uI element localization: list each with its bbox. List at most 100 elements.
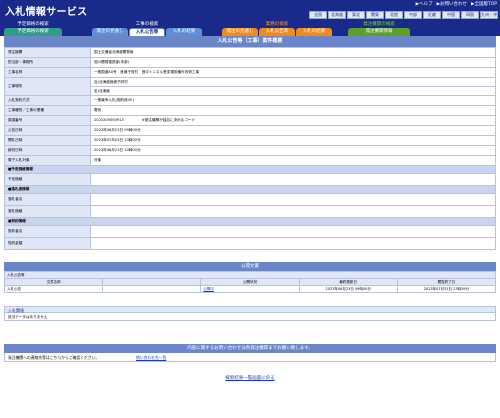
related-info-title: 入札関連 xyxy=(4,306,496,313)
detail-row: 工事場所 自)北海道音威子府村 xyxy=(4,77,496,96)
detail-label: 公告日時 xyxy=(4,125,91,136)
document-name: 入札公告 xyxy=(3,285,104,293)
procurement-hint: ※発注機関が独自に決めるコード xyxy=(141,118,196,122)
detail-value: 国土交通省北海道開発局 xyxy=(90,47,496,58)
tab-services-results[interactable]: 入札の結果 xyxy=(296,28,332,36)
detail-row: 契約者名 xyxy=(4,225,496,238)
section-contract: ■契約情報 xyxy=(4,217,496,226)
detail-label: 入札契約方式 xyxy=(4,95,91,106)
tab-estimate-search[interactable]: 予定価格の検索 xyxy=(4,28,62,36)
column-header: 最終更新日 xyxy=(298,278,398,286)
document-end-date: 2023年07月31日 23時59分 xyxy=(396,285,497,293)
document-status-cell: 公開中 xyxy=(200,285,300,293)
section-row: ■予定価格情報 xyxy=(4,165,496,174)
tab-construction-results[interactable]: 入札の結果 xyxy=(166,28,202,36)
nav-group-label: 予定価格の検索 xyxy=(17,22,49,27)
page-title: 入札公告等（工事）案件概要 xyxy=(4,36,496,47)
detail-label: 落札者名 xyxy=(4,193,91,206)
app-title: 入札情報サービス xyxy=(5,7,88,18)
nav-group-label: 工事の検索 xyxy=(135,22,159,27)
detail-row: 開札日時 2023年07月03日 13時00分 xyxy=(4,135,496,146)
detail-value xyxy=(90,237,496,250)
detail-row: 契約金額 xyxy=(4,237,496,250)
case-detail-table: 発注機関 国土交通省北海道開発局 担当部・事務所 旭川開発建設部(本部) 工事名称一… xyxy=(4,47,496,250)
detail-value xyxy=(90,225,496,238)
nav-group-estimate: 予定価格の検索 予定価格の検索 xyxy=(4,22,62,36)
back-to-results-link[interactable]: 検索結果一覧画面に戻る xyxy=(0,375,500,381)
detail-value: 2023年06月23日 09時00分 xyxy=(90,125,496,136)
public-documents-title: 公開文書 xyxy=(4,262,496,271)
region-button[interactable]: 全国 xyxy=(309,11,327,19)
detail-value: 一般競争入札(契約後VE) xyxy=(90,95,496,106)
region-button[interactable]: 北陸 xyxy=(385,11,403,19)
document-updated: 2023年06月23日 09時00分 xyxy=(298,285,398,293)
detail-value xyxy=(90,205,496,218)
nav-group-label: 発注機関の検索 xyxy=(363,22,395,27)
detail-label: 締切日時 xyxy=(4,145,91,156)
detail-row: 落札価格 xyxy=(4,205,496,218)
nav-group-services: 業務の検索 発注の見通し 入札公告等 入札の結果 xyxy=(222,22,332,36)
inquiry-section: 内容に関するお問い合わせは各発注機関までお願い致します。 発注機関への連絡先等は… xyxy=(4,344,496,362)
contact-list-link[interactable]: 問い合わせ先一覧 xyxy=(136,353,166,361)
detail-value: 2023200000913 ※発注機関が独自に決めるコード xyxy=(90,115,496,126)
detail-row: 調達番号 2023200000913 ※発注機関が独自に決めるコード xyxy=(4,115,496,126)
section-row: ■契約情報 xyxy=(4,217,496,226)
tab-services-notice[interactable]: 入札公告等 xyxy=(259,28,295,36)
tab-construction-notice[interactable]: 入札公告等 xyxy=(129,28,165,36)
detail-label: 落札価格 xyxy=(4,205,91,218)
detail-value: 一般国道40号 音威子府村 音中トンネル受変電設備外改修工事 xyxy=(90,67,496,78)
region-button[interactable]: 四国 xyxy=(461,11,479,19)
detail-label: 調達番号 xyxy=(4,115,91,126)
detail-label: 担当部・事務所 xyxy=(4,57,91,68)
detail-label: 開札日時 xyxy=(4,135,91,146)
section-row: ■落札者情報 xyxy=(4,185,496,194)
detail-value: 旭川開発建設部(本部) xyxy=(90,57,496,68)
region-button[interactable]: 近畿 xyxy=(423,11,441,19)
inquiry-label: 発注機関への連絡先等はこちらからご確認ください。 xyxy=(8,355,100,360)
section-winner: ■落札者情報 xyxy=(4,185,496,194)
detail-label: 契約金額 xyxy=(4,237,91,250)
detail-value: 2023年07月03日 13時00分 xyxy=(90,135,496,146)
detail-label: 工事場所 xyxy=(4,77,91,96)
national-top-link[interactable]: ▶全国版TOP xyxy=(471,1,497,7)
documents-table: 入札公告等 文書名称 公開状況 最終更新日 閲覧終了日 入札公告 公開中 202… xyxy=(3,271,497,293)
region-button[interactable]: 中部 xyxy=(404,11,422,19)
detail-label: 発注機関 xyxy=(4,47,91,58)
detail-row: 入札契約方式 一般競争入札(契約後VE) xyxy=(4,95,496,106)
tab-construction-outlook[interactable]: 発注の見通し xyxy=(92,28,128,36)
top-links: ▶ヘルプ ▶お問い合わせ ▶全国版TOP xyxy=(416,1,497,7)
detail-value: 自)北海道音威子府村 xyxy=(90,77,496,87)
detail-value xyxy=(90,173,496,186)
region-button[interactable]: 北海道 xyxy=(328,11,346,19)
detail-label: 工事種別／工事の業種 xyxy=(4,105,91,116)
nav-tabs: 予定価格の検索 予定価格の検索 工事の検索 発注の見通し 入札公告等 入札の結果… xyxy=(0,22,500,36)
detail-label: 工事名称 xyxy=(4,67,91,78)
related-info: 入札関連 該当データはありません xyxy=(4,306,496,321)
nav-group-construction: 工事の検索 発注の見通し 入札公告等 入札の結果 xyxy=(92,22,202,36)
related-info-body: 該当データはありません xyxy=(4,313,496,321)
detail-label: 予定価格 xyxy=(4,173,91,186)
tab-agency-info[interactable]: 発注機関情報 xyxy=(348,28,410,36)
detail-row: 落札者名 xyxy=(4,193,496,206)
tab-services-outlook[interactable]: 発注の見通し xyxy=(222,28,258,36)
case-summary: 入札公告等（工事）案件概要 発注機関 国土交通省北海道開発局 担当部・事務所 旭川開… xyxy=(4,36,496,250)
contact-link[interactable]: ▶お問い合わせ xyxy=(437,1,467,7)
detail-value: 対象 xyxy=(90,155,496,166)
section-estimate: ■予定価格情報 xyxy=(4,165,496,174)
detail-value: 至)北海道 xyxy=(90,86,496,96)
documents-section-label: 入札公告等 xyxy=(4,271,496,279)
detail-row: 公告日時 2023年06月23日 09時00分 xyxy=(4,125,496,136)
detail-value xyxy=(90,193,496,206)
nav-group-label: 業務の検索 xyxy=(265,22,289,27)
documents-header-row: 入札公告等 xyxy=(4,271,496,279)
region-button[interactable]: 九州・沖 xyxy=(480,11,498,19)
nav-group-agencies: 発注機関の検索 発注機関情報 xyxy=(348,22,410,36)
help-link[interactable]: ▶ヘルプ xyxy=(416,1,433,7)
region-button[interactable]: 東北 xyxy=(347,11,365,19)
region-button[interactable]: 関東 xyxy=(366,11,384,19)
inquiry-row: 発注機関への連絡先等はこちらからご確認ください。 問い合わせ先一覧 xyxy=(4,353,496,362)
document-status-link[interactable]: 公開中 xyxy=(203,287,214,291)
documents-header-row: 文書名称 公開状況 最終更新日 閲覧終了日 xyxy=(3,278,497,286)
region-button[interactable]: 中国 xyxy=(442,11,460,19)
inquiry-title: 内容に関するお問い合わせは各発注機関までお願い致します。 xyxy=(4,344,496,353)
